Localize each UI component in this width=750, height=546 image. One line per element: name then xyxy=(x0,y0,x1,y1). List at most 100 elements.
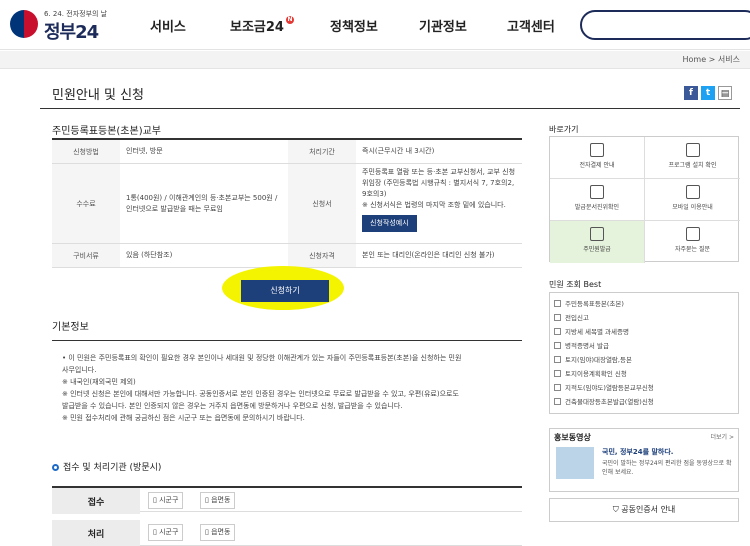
page-title: 민원안내 및 신청 xyxy=(52,88,144,103)
nav-policy[interactable]: 정책정보 xyxy=(330,16,378,35)
best-item[interactable]: 토지(임야)대장열람,등본 xyxy=(554,354,632,364)
info-line: 발급받을 수 있습니다. 본인 인증되지 않은 경우는 거주지 읍면동에 방문하… xyxy=(62,402,403,410)
basic-info-text: • 이 민원은 주민등록표의 확인이 필요한 경우 본인이나 세대원 및 정당한… xyxy=(62,352,517,424)
quick-link-label: 프로그램 설치 확인 xyxy=(668,162,717,169)
header-cell: 구비서류 xyxy=(52,244,120,267)
application-form-text: 주민등록표 열람 또는 등·초본 교부신청서, 교부 신청 위임장 (주민등록법… xyxy=(362,168,516,198)
service-summary-table: 신청방법 인터넷, 방문 처리기간 즉시(근무시간 내 3시간) 수수료 1통(… xyxy=(52,138,522,268)
office-row: 접수 ▯ 시군구 ▯ 읍면동 xyxy=(52,486,522,514)
section-divider xyxy=(52,340,522,341)
chip-label: 시군구 xyxy=(159,496,179,504)
value-cell: 1통(400원) / 이해관계인의 등·초본교부는 500원 / 인터넷으로 발… xyxy=(126,193,278,213)
quick-link-payment[interactable]: 전자결제 안내 xyxy=(550,137,645,179)
print-icon[interactable]: ▤ xyxy=(718,86,732,100)
office-chip[interactable]: ▯ 읍면동 xyxy=(200,492,236,509)
best-item[interactable]: 지적도(임야도)열람등본교부신청 xyxy=(554,382,654,392)
government-emblem-icon[interactable] xyxy=(10,10,38,38)
site-header: 6. 24. 전자정부의 날 정부24 서비스 보조금24N 정책정보 기관정보… xyxy=(0,0,750,50)
office-title-text: 접수 및 처리기관 (방문시) xyxy=(63,463,162,473)
office-chip[interactable]: ▯ 시군구 xyxy=(148,492,184,509)
facebook-share-icon[interactable]: f xyxy=(684,86,698,100)
quick-link-label: 모바일 이용안내 xyxy=(672,204,713,211)
best-list: 주민등록표등본(초본) 전입신고 지방세 세목별 과세증명 병적증명서 발급 토… xyxy=(549,292,739,414)
mobile-icon xyxy=(685,185,700,199)
cert-guide-button[interactable]: ⛉ 공동인증서 안내 xyxy=(549,498,739,522)
video-more-link[interactable]: 더보기 > xyxy=(711,432,735,441)
promo-video-panel: 홍보동영상 더보기 > 국민, 정부24를 말하다. 국민이 말하는 정부24의… xyxy=(549,428,739,492)
best-item[interactable]: 전입신고 xyxy=(554,312,589,322)
info-line: ※ 인터넷 신청은 본인에 대해서만 가능합니다. 공동인증서로 본인 인증된 … xyxy=(62,390,459,398)
info-line: ※ 민원 접수처리에 관해 궁금하신 점은 시군구 또는 읍면동에 문의하시기 … xyxy=(62,414,305,422)
quick-link-program[interactable]: 프로그램 설치 확인 xyxy=(645,137,740,179)
video-thumbnail[interactable] xyxy=(556,447,594,479)
twitter-share-icon[interactable]: t xyxy=(701,86,715,100)
quick-link-faq[interactable]: 자주묻는 질문 xyxy=(645,221,740,263)
office-chip[interactable]: ▯ 읍면동 xyxy=(200,524,236,541)
new-badge: N xyxy=(285,16,294,24)
office-chip[interactable]: ▯ 시군구 xyxy=(148,524,184,541)
quick-link-label: 주민원발급 xyxy=(583,246,611,253)
apply-button[interactable]: 신청하기 xyxy=(241,280,329,302)
quick-link-mobile[interactable]: 모바일 이용안내 xyxy=(645,179,740,221)
chip-label: 읍면동 xyxy=(211,528,231,536)
best-item[interactable]: 지방세 세목별 과세증명 xyxy=(554,326,629,336)
quick-links-panel: 전자결제 안내 프로그램 설치 확인 발급문서진위확인 모바일 이용안내 주민원… xyxy=(549,136,740,263)
quick-link-label: 발급문서진위확인 xyxy=(574,204,620,211)
table-row: 구비서류 있음 (하단참조) 신청자격 본인 또는 대리인(온라인은 대리인 신… xyxy=(52,244,522,268)
id-card-icon xyxy=(590,227,604,241)
video-desc: 국민이 말하는 정부24의 편리한 점을 동영상으로 확인해 보세요. xyxy=(602,460,732,476)
breadcrumb-current[interactable]: 서비스 xyxy=(718,55,740,64)
bullet-icon xyxy=(52,464,59,471)
quick-link-issue[interactable]: 주민원발급 xyxy=(550,221,645,263)
video-caption: 국민, 정부24를 말하다. xyxy=(602,448,674,456)
value-cell: 본인 또는 대리인(온라인은 대리인 신청 불가) xyxy=(362,251,495,259)
video-title: 홍보동영상 xyxy=(554,433,591,442)
nav-support[interactable]: 고객센터 xyxy=(507,16,555,35)
nav-service[interactable]: 서비스 xyxy=(150,16,186,35)
info-line: 사무입니다. xyxy=(62,366,97,374)
value-cell: 즉시(근무시간 내 3시간) xyxy=(362,147,435,155)
chat-icon xyxy=(685,227,700,241)
search-input[interactable] xyxy=(580,10,750,40)
service-name: 주민등록표등본(초본)교부 xyxy=(52,126,162,137)
value-cell: 주민등록표 열람 또는 등·초본 교부신청서, 교부 신청 위임장 (주민등록법… xyxy=(356,164,522,243)
document-check-icon xyxy=(590,185,604,199)
quick-link-verify[interactable]: 발급문서진위확인 xyxy=(550,179,645,221)
office-section-title: 접수 및 처리기관 (방문시) xyxy=(52,460,161,473)
value-cell: 인터넷, 방문 xyxy=(126,147,163,155)
header-cell: 수수료 xyxy=(52,164,120,243)
office-row-label: 접수 xyxy=(52,488,140,514)
site-logo[interactable]: 정부24 xyxy=(44,18,99,44)
breadcrumb: Home > 서비스 xyxy=(0,51,750,69)
cert-guide-label: 공동인증서 안내 xyxy=(621,505,676,514)
best-item[interactable]: 주민등록표등본(초본) xyxy=(554,298,624,308)
nav-subsidy[interactable]: 보조금24N xyxy=(230,16,294,35)
form-note: ※ 신청서식은 법령의 마지막 조항 밑에 있습니다. xyxy=(362,201,506,209)
chip-label: 읍면동 xyxy=(211,496,231,504)
header-cell: 신청방법 xyxy=(52,140,120,163)
title-divider xyxy=(40,108,740,109)
header-cell: 처리기간 xyxy=(288,140,356,163)
shield-icon: ⛉ xyxy=(612,505,622,514)
breadcrumb-home[interactable]: Home xyxy=(682,55,706,64)
best-title: 민원 조회 Best xyxy=(549,280,602,289)
breadcrumb-separator: > xyxy=(708,55,716,64)
chip-label: 시군구 xyxy=(159,528,179,536)
best-item[interactable]: 토지이용계획확인 신청 xyxy=(554,368,627,378)
header-cell: 신청자격 xyxy=(288,244,356,267)
office-row: 처리 ▯ 시군구 ▯ 읍면동 xyxy=(52,520,522,546)
best-item[interactable]: 건축물대장등초본발급(열람)신청 xyxy=(554,396,654,406)
value-cell: 있음 (하단참조) xyxy=(126,251,173,259)
nav-agency[interactable]: 기관정보 xyxy=(419,16,467,35)
info-line: ※ 내국인(재외국민 제외) xyxy=(62,378,136,386)
table-row: 신청방법 인터넷, 방문 처리기간 즉시(근무시간 내 3시간) xyxy=(52,140,522,164)
form-example-button[interactable]: 신청작성예시 xyxy=(362,215,417,232)
quick-link-label: 전자결제 안내 xyxy=(579,162,615,169)
header-cell: 신청서 xyxy=(288,164,356,243)
best-item[interactable]: 병적증명서 발급 xyxy=(554,340,609,350)
breadcrumb-trail: Home > 서비스 xyxy=(682,54,740,65)
basic-info-title: 기본정보 xyxy=(52,322,89,333)
info-line: • 이 민원은 주민등록표의 확인이 필요한 경우 본인이나 세대원 및 정당한… xyxy=(62,354,462,362)
monitor-icon xyxy=(685,143,700,157)
table-row: 수수료 1통(400원) / 이해관계인의 등·초본교부는 500원 / 인터넷… xyxy=(52,164,522,244)
